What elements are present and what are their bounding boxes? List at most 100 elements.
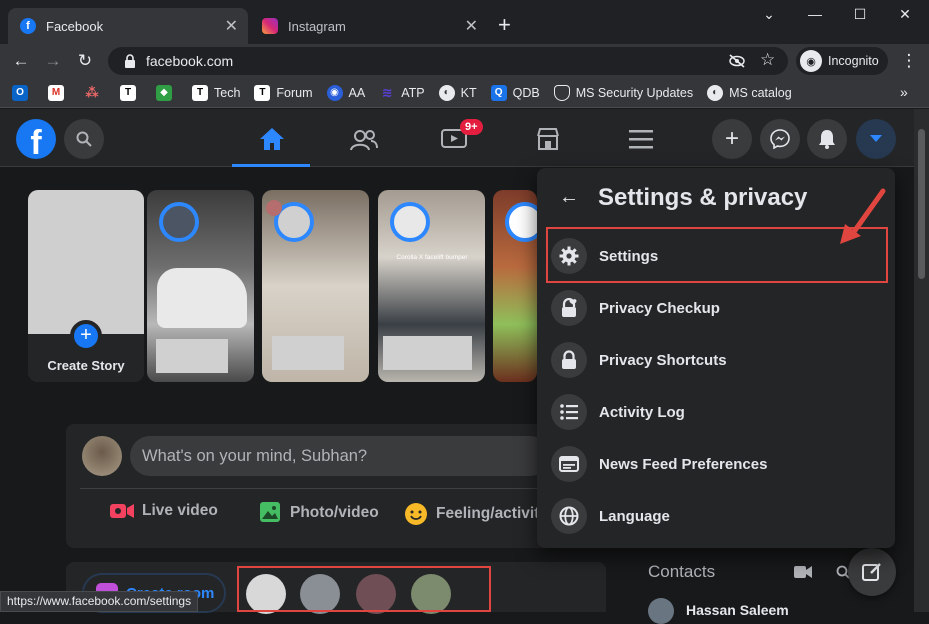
feed-icon (551, 446, 587, 482)
messenger-button[interactable] (760, 119, 800, 159)
globe-icon: ◐ (438, 84, 455, 101)
new-tab-button[interactable]: + (498, 12, 511, 38)
create-button[interactable]: + (712, 119, 752, 159)
whats-on-your-mind-input[interactable]: What's on your mind, Subhan? (130, 436, 550, 476)
contact-avatar[interactable] (648, 598, 674, 624)
shield-icon (553, 84, 570, 101)
menu-icon[interactable] (629, 129, 653, 149)
t-logo-icon: T (120, 84, 136, 101)
address-bar[interactable]: facebook.com ☆ (108, 47, 788, 75)
q-logo-icon: Q (490, 84, 507, 101)
menu-item-language[interactable]: Language (551, 494, 881, 538)
nav-home[interactable] (232, 109, 310, 167)
bookmark-t[interactable]: T (120, 84, 142, 101)
tab-title: Instagram (288, 18, 346, 34)
outlook-icon: O (12, 84, 28, 101)
plus-icon: + (724, 125, 739, 152)
scrollbar-thumb[interactable] (918, 129, 925, 279)
marketplace-icon[interactable] (535, 127, 561, 151)
eye-logo-icon: ◉ (326, 84, 343, 101)
annotation-arrow-icon (840, 188, 886, 244)
bookmark-kt[interactable]: ◐ KT (438, 84, 477, 101)
user-avatar[interactable] (82, 436, 122, 476)
asana-icon: ⁂ (85, 84, 99, 100)
close-tab-icon[interactable]: ✕ (465, 16, 478, 36)
bookmark-ms-catalog[interactable]: ◐ MS catalog (707, 84, 792, 101)
watch-notification-badge: 9+ (460, 119, 483, 135)
incognito-label: Incognito (828, 54, 879, 68)
bookmark-qdb[interactable]: Q QDB (490, 84, 540, 101)
menu-title: Settings & privacy (598, 184, 808, 211)
account-button[interactable] (856, 119, 896, 159)
bookmark-gmail[interactable]: M (48, 84, 70, 101)
tab-facebook[interactable]: f Facebook ✕ (8, 8, 248, 44)
bookmark-ms-security[interactable]: MS Security Updates (553, 84, 693, 101)
blurred-name (383, 336, 472, 370)
minimize-button[interactable]: — (800, 6, 830, 26)
browser-tab-bar: f Facebook ✕ Instagram ✕ + ⌄ — ☐ ✕ (0, 0, 929, 44)
story-avatar (505, 202, 537, 242)
t-logo-icon: T (192, 84, 208, 101)
feeling-activity-button[interactable]: Feeling/activity (404, 502, 548, 526)
bookmarks-overflow-icon[interactable]: » (900, 84, 908, 100)
contacts-title: Contacts (648, 562, 716, 581)
small-avatar (266, 200, 282, 216)
photo-icon (260, 502, 280, 522)
home-icon (260, 128, 284, 150)
bookmark-atp[interactable]: ≋ ATP (379, 85, 425, 101)
bookmark-tech[interactable]: T Tech (192, 84, 240, 101)
green-diamond-icon: ◆ (156, 84, 172, 101)
story-card[interactable] (147, 190, 254, 382)
menu-item-news-feed-preferences[interactable]: News Feed Preferences (551, 442, 881, 486)
tab-title: Facebook (46, 18, 104, 34)
bookmark-green[interactable]: ◆ (156, 84, 178, 101)
bookmark-forum[interactable]: T Forum (254, 84, 313, 101)
back-arrow-icon[interactable]: ← (559, 186, 579, 209)
incognito-indicator[interactable]: ◉ Incognito (796, 47, 888, 75)
friends-icon[interactable] (350, 129, 378, 151)
reload-icon[interactable]: ↻ (74, 50, 96, 72)
live-video-icon (110, 504, 134, 518)
t-logo-icon: T (254, 84, 271, 101)
blurred-name (272, 336, 344, 370)
new-message-button[interactable] (848, 548, 896, 596)
list-icon (551, 394, 587, 430)
bookmark-star-icon[interactable]: ☆ (760, 50, 775, 70)
contact-name[interactable]: Hassan Saleem (686, 602, 789, 618)
post-composer: What's on your mind, Subhan? Live video … (66, 424, 606, 548)
menu-item-privacy-checkup[interactable]: Privacy Checkup (551, 286, 881, 330)
tab-instagram[interactable]: Instagram ✕ (250, 8, 488, 44)
menu-item-privacy-shortcuts[interactable]: Privacy Shortcuts (551, 338, 881, 382)
facebook-header: f 9+ + (0, 109, 914, 167)
tab-search-icon[interactable]: ⌄ (754, 6, 784, 26)
bookmark-aa[interactable]: ◉ AA (326, 84, 365, 101)
page-scrollbar[interactable] (914, 109, 929, 612)
incognito-icon: ◉ (800, 50, 822, 72)
close-tab-icon[interactable]: ✕ (225, 16, 238, 36)
live-video-button[interactable]: Live video (110, 502, 218, 520)
story-card[interactable] (493, 190, 537, 382)
nav-watch[interactable]: 9+ (440, 119, 483, 154)
forward-icon[interactable]: → (42, 50, 64, 72)
bookmark-outlook[interactable]: O (12, 84, 34, 101)
browser-menu-icon[interactable]: ⋮ (898, 50, 920, 72)
story-card[interactable]: Corolla X facelift bumper (378, 190, 485, 382)
search-icon (76, 131, 92, 147)
close-window-button[interactable]: ✕ (890, 6, 920, 26)
maximize-button[interactable]: ☐ (845, 6, 875, 26)
add-story-icon: + (70, 320, 102, 352)
bookmark-asana[interactable]: ⁂ (84, 85, 106, 101)
new-room-icon[interactable] (794, 565, 812, 579)
profile-photo-placeholder (28, 190, 144, 334)
story-avatar (159, 202, 199, 242)
notifications-button[interactable] (807, 119, 847, 159)
tracking-blocked-icon[interactable] (728, 53, 746, 69)
search-button[interactable] (64, 119, 104, 159)
photo-video-button[interactable]: Photo/video (258, 502, 379, 524)
create-story-card[interactable]: + Create Story (28, 190, 144, 382)
facebook-logo-icon[interactable]: f (16, 119, 56, 159)
back-icon[interactable]: ← (10, 50, 32, 72)
lock-icon (551, 342, 587, 378)
menu-item-activity-log[interactable]: Activity Log (551, 390, 881, 434)
story-card[interactable] (262, 190, 369, 382)
